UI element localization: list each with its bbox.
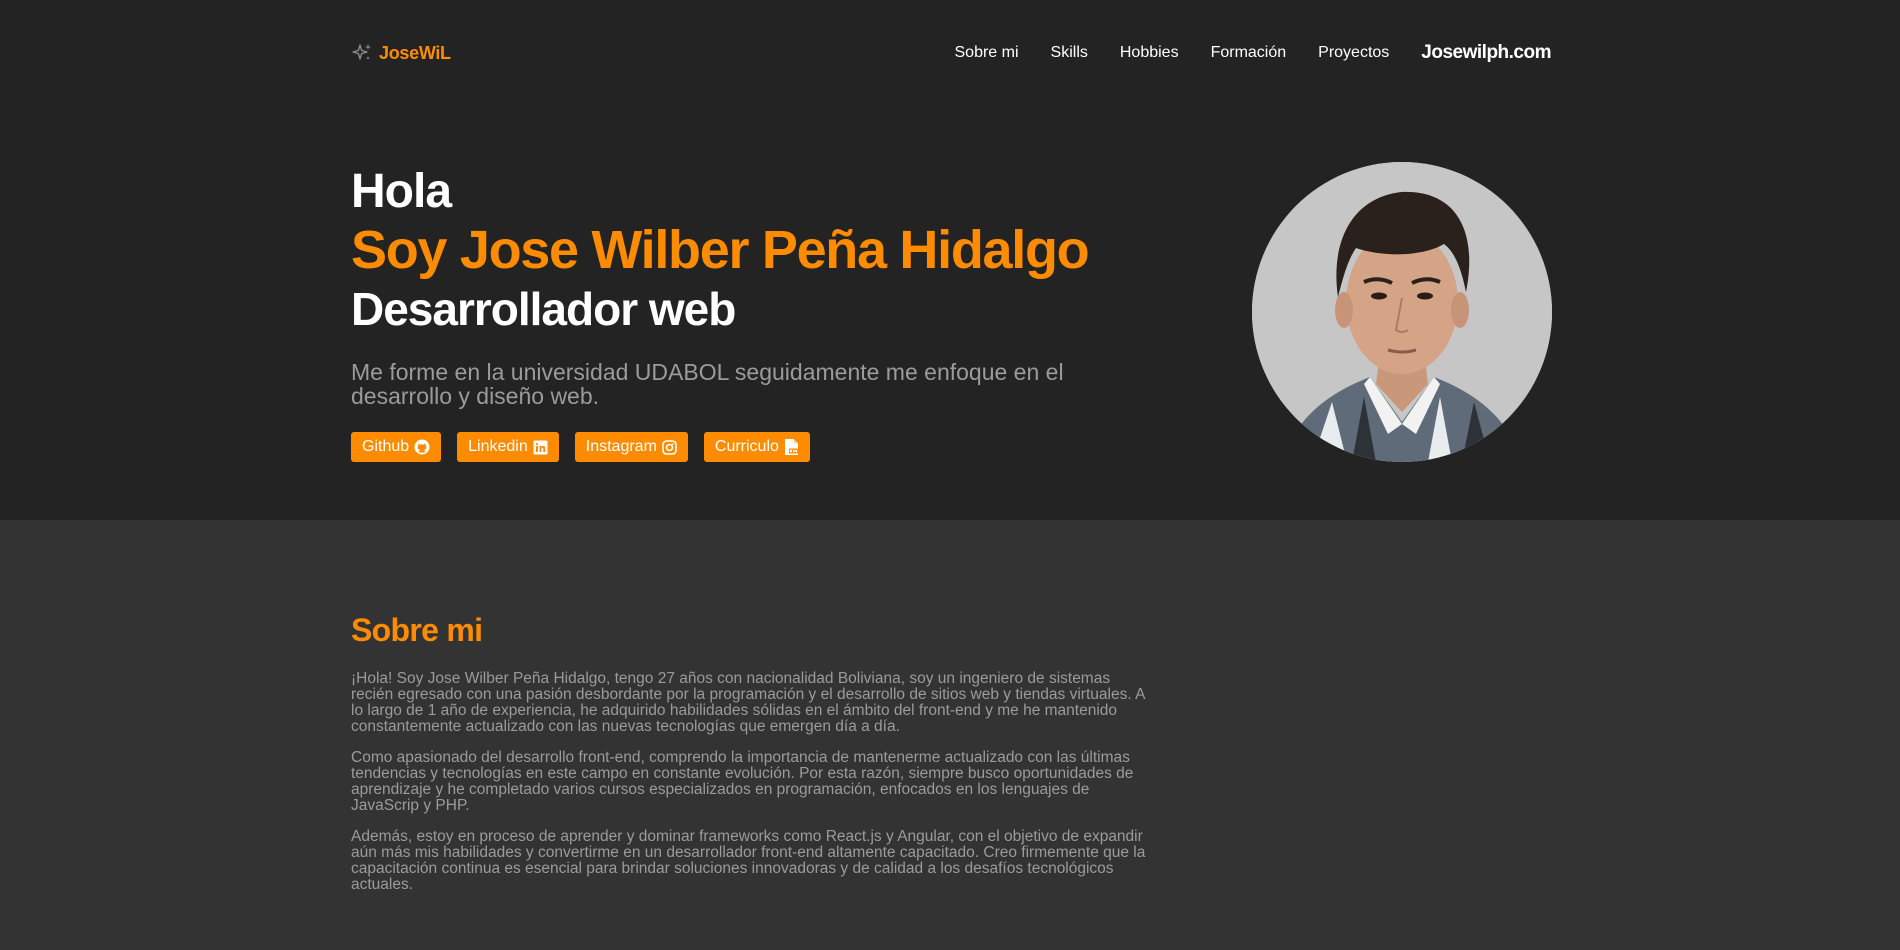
- profile-photo: [1252, 162, 1552, 462]
- hero-text: Hola Soy Jose Wilber Peña Hidalgo Desarr…: [351, 164, 1171, 462]
- about-title: Sobre mi: [351, 612, 483, 648]
- nav-link-skills[interactable]: Skills: [1051, 44, 1088, 62]
- about-paragraph: Además, estoy en proceso de aprender y d…: [351, 828, 1146, 893]
- logo[interactable]: JoseWiL: [351, 42, 451, 64]
- curriculo-button-label: Curriculo: [714, 438, 779, 455]
- about-paragraph: Como apasionado del desarrollo front-end…: [351, 749, 1134, 814]
- linkedin-icon: [533, 440, 548, 455]
- logo-text: JoseWiL: [379, 42, 451, 63]
- nav-link-hobbies[interactable]: Hobbies: [1120, 44, 1179, 62]
- nav-links: Sobre mi Skills Hobbies Formación Proyec…: [923, 42, 1552, 64]
- github-button-label: Github: [362, 438, 410, 455]
- hero-section: JoseWiL Sobre mi Skills Hobbies Formació…: [0, 0, 1900, 520]
- sparkles-icon: [351, 42, 373, 64]
- github-button[interactable]: Github: [351, 432, 442, 462]
- nav-link-sobre-mi[interactable]: Sobre mi: [955, 44, 1019, 62]
- curriculo-button[interactable]: Curriculo: [703, 432, 810, 462]
- about-paragraph: ¡Hola! Soy Jose Wilber Peña Hidalgo, ten…: [351, 670, 1145, 735]
- about-content: Sobre mi ¡Hola! Soy Jose Wilber Peña Hid…: [351, 612, 1151, 893]
- instagram-button[interactable]: Instagram: [574, 432, 688, 462]
- linkedin-button-label: Linkedin: [468, 438, 528, 455]
- instagram-button-label: Instagram: [585, 438, 657, 455]
- nav-link-formacion[interactable]: Formación: [1211, 44, 1287, 62]
- github-icon: [414, 439, 430, 455]
- social-buttons: Github Linkedin Instagram Curriculo: [351, 432, 1171, 462]
- hero-intro: Me forme en la universidad UDABOL seguid…: [351, 359, 1064, 409]
- hero-role: Desarrollador web: [351, 283, 736, 335]
- nav-link-proyectos[interactable]: Proyectos: [1318, 44, 1389, 62]
- nav-link-site-brand[interactable]: Josewilph.com: [1421, 42, 1551, 64]
- linkedin-button[interactable]: Linkedin: [457, 432, 559, 462]
- navbar: JoseWiL Sobre mi Skills Hobbies Formació…: [351, 36, 1551, 70]
- hero-name: Soy Jose Wilber Peña Hidalgo: [351, 220, 1090, 280]
- instagram-icon: [662, 439, 677, 455]
- hero-greeting: Hola: [351, 165, 452, 218]
- pdf-file-icon: [784, 438, 799, 456]
